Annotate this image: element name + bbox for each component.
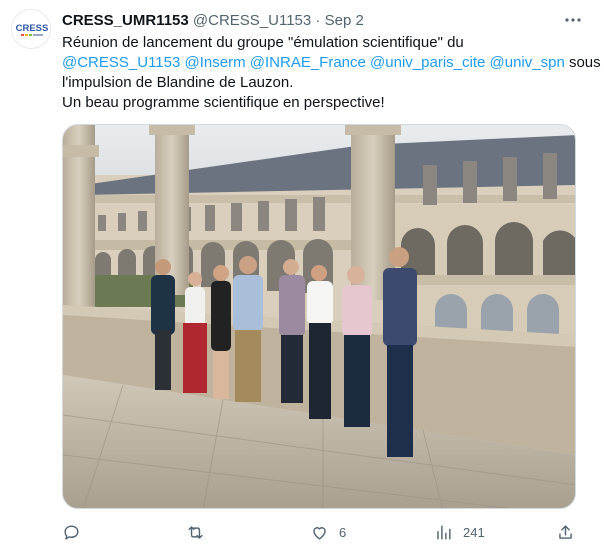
cress-logo: CRESS <box>12 10 50 48</box>
reply-icon <box>64 524 79 540</box>
tweet-photo[interactable] <box>62 124 576 509</box>
more-dots-icon[interactable] <box>563 10 583 30</box>
author-name[interactable]: CRESS_UMR1153 <box>62 12 189 29</box>
avatar[interactable]: CRESS <box>11 9 51 49</box>
svg-text:CRESS: CRESS <box>16 23 49 34</box>
tweet-text-line-3: l'impulsion de Blandine de Lauzon. <box>62 74 294 91</box>
reply-button[interactable] <box>62 520 91 544</box>
mention-inserm[interactable]: @Inserm <box>185 54 246 71</box>
tweet-text: Réunion de lancement du groupe "émulatio… <box>62 33 601 113</box>
like-button[interactable]: 6 <box>310 520 346 544</box>
views-button[interactable]: 241 <box>434 520 485 544</box>
author-handle[interactable]: @CRESS_U1153 <box>193 12 311 29</box>
mention-univ-spn[interactable]: @univ_spn <box>490 54 565 71</box>
tweet-header: CRESS_UMR1153 @CRESS_U1153 · Sep 2 <box>62 11 564 31</box>
share-button[interactable] <box>556 520 575 544</box>
mention-univ-paris-cite[interactable]: @univ_paris_cite <box>370 54 485 71</box>
separator: · <box>315 12 321 29</box>
tweet-text-line-2: @CRESS_U1153 @Inserm @INRAE_France @univ… <box>62 53 601 73</box>
heart-icon <box>313 526 326 540</box>
retweet-button[interactable] <box>186 520 215 544</box>
tweet-date[interactable]: Sep 2 <box>325 12 364 29</box>
views-count: 241 <box>463 524 485 540</box>
like-count: 6 <box>339 524 347 540</box>
tweet-text-sous: sous <box>568 54 601 71</box>
share-icon <box>559 524 572 539</box>
mention-cress[interactable]: @CRESS_U1153 <box>62 54 180 71</box>
action-bar: 6 241 <box>62 520 582 544</box>
views-chart-icon <box>437 524 451 540</box>
group-photo-image <box>63 125 575 508</box>
tweet-card[interactable]: CRESS CRESS_UMR1153 @CRESS_U1153 · Sep 2… <box>0 0 604 559</box>
retweet-icon <box>188 525 203 539</box>
tweet-text-line-4: Un beau programme scientifique en perspe… <box>62 94 385 111</box>
tweet-text-line-1: Réunion de lancement du groupe "émulatio… <box>62 34 464 51</box>
mention-inrae[interactable]: @INRAE_France <box>250 54 366 71</box>
